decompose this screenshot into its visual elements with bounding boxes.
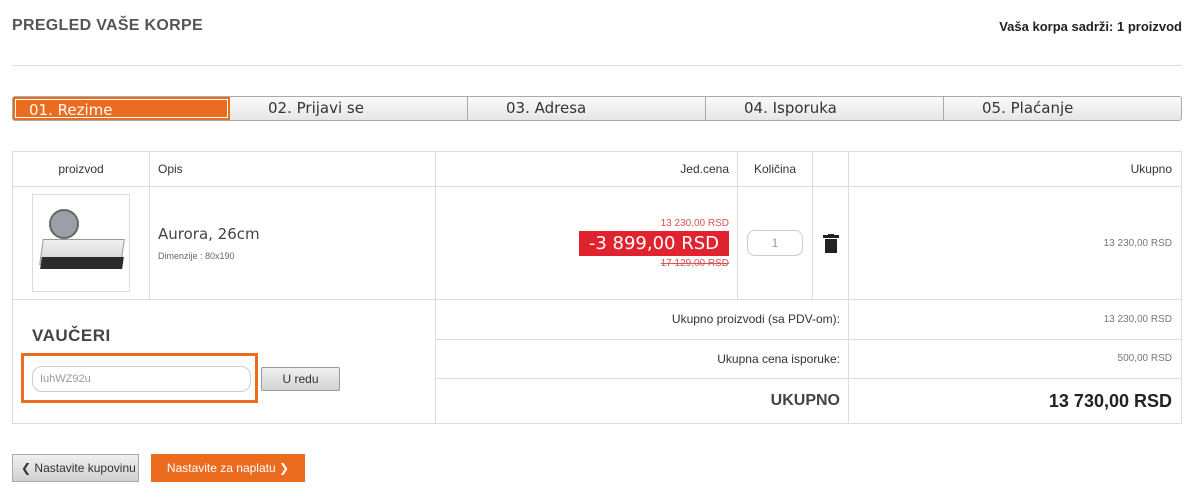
- grand-total-value: 13 730,00 RSD: [848, 378, 1182, 424]
- product-dimensions: Dimenzije : 80x190: [158, 251, 235, 261]
- chevron-left-icon: ❮: [21, 461, 32, 475]
- grand-total-label: UKUPNO: [435, 378, 849, 424]
- checkout-label: Nastavite za naplatu: [166, 461, 276, 475]
- continue-shopping-label: Nastavite kupovinu: [34, 461, 136, 475]
- shipping-label: Ukupna cena isporuke:: [435, 338, 849, 380]
- product-thumb-cell: [12, 186, 150, 300]
- step-login[interactable]: 02. Prijavi se: [230, 97, 468, 120]
- table-row: Aurora, 26cm Dimenzije : 80x190 13 230,0…: [12, 186, 1182, 300]
- header-total: Ukupno: [848, 151, 1182, 187]
- checkout-steps: 01. Rezime 02. Prijavi se 03. Adresa 04.…: [12, 96, 1182, 121]
- step-payment[interactable]: 05. Plaćanje: [944, 97, 1181, 120]
- quantity-cell: 1: [737, 186, 813, 300]
- header-product: proizvod: [12, 151, 150, 187]
- products-total-label: Ukupno proizvodi (sa PDV-om):: [435, 299, 849, 340]
- cart-count: Vaša korpa sadrži: 1 proizvod: [999, 19, 1182, 34]
- table-header: proizvod Opis Jed.cena Količina Ukupno: [12, 151, 1182, 187]
- header-description: Opis: [149, 151, 436, 187]
- product-name[interactable]: Aurora, 26cm: [150, 225, 435, 243]
- step-address[interactable]: 03. Adresa: [468, 97, 706, 120]
- price-original: 17 129,00 RSD: [660, 257, 729, 269]
- voucher-section: VAUČERI IuhWZ92u U redu: [12, 299, 436, 424]
- delete-cell: [812, 186, 849, 300]
- shipping-value: 500,00 RSD: [848, 338, 1182, 380]
- line-total: 13 230,00 RSD: [848, 186, 1182, 300]
- header-delete: [812, 151, 849, 187]
- cart-table: proizvod Opis Jed.cena Količina Ukupno A…: [12, 151, 1182, 424]
- products-total-value: 13 230,00 RSD: [848, 299, 1182, 340]
- mattress-base: [40, 257, 124, 269]
- checkout-button[interactable]: Nastavite za naplatu ❯: [151, 454, 305, 482]
- quantity-input[interactable]: 1: [747, 230, 803, 256]
- summary-row-products: VAUČERI IuhWZ92u U redu Ukupno proizvodi…: [12, 299, 1182, 424]
- trash-icon[interactable]: [822, 233, 839, 253]
- voucher-highlight: IuhWZ92u: [21, 353, 258, 403]
- discount-badge: -3 899,00 RSD: [578, 230, 729, 256]
- chevron-right-icon: ❯: [279, 461, 290, 475]
- price-current: 13 230,00 RSD: [660, 217, 729, 229]
- mattress-image[interactable]: [32, 194, 130, 292]
- voucher-input[interactable]: IuhWZ92u: [32, 366, 251, 392]
- product-description-cell: Aurora, 26cm Dimenzije : 80x190: [149, 186, 436, 300]
- continue-shopping-button[interactable]: ❮ Nastavite kupovinu: [12, 454, 139, 482]
- header-quantity: Količina: [737, 151, 813, 187]
- step-summary[interactable]: 01. Rezime: [13, 97, 230, 120]
- header-unit-price: Jed.cena: [435, 151, 738, 187]
- divider: [12, 65, 1182, 66]
- zoom-detail-icon: [49, 209, 79, 239]
- page-title: PREGLED VAŠE KORPE: [12, 17, 203, 34]
- unit-price-cell: 13 230,00 RSD -3 899,00 RSD 17 129,00 RS…: [435, 186, 738, 300]
- step-shipping[interactable]: 04. Isporuka: [706, 97, 944, 120]
- voucher-apply-button[interactable]: U redu: [261, 367, 340, 391]
- voucher-title: VAUČERI: [32, 326, 111, 345]
